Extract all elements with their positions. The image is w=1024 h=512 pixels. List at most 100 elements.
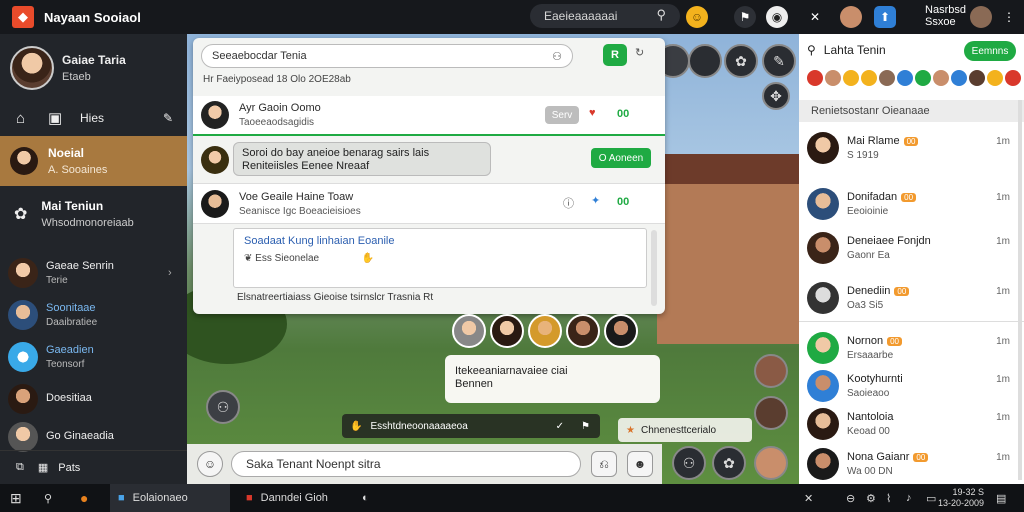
clock[interactable]: 19-32 S 13-20-2009 <box>938 487 984 509</box>
refresh-icon[interactable]: ↻ <box>635 46 644 59</box>
emoji-icon[interactable]: ☺ <box>197 451 223 477</box>
profile-icon[interactable]: ⚇ <box>672 446 706 480</box>
volume-icon[interactable]: ♪ <box>906 484 912 512</box>
group-panel[interactable]: Itekeeaniarnavaiee ciai Bennen <box>445 355 660 403</box>
battery-icon[interactable]: ▭ <box>926 484 936 512</box>
chat-search-input[interactable]: Seeaebocdar Tenia ⚇ <box>201 44 573 68</box>
nav-item-game[interactable]: ✿ Mai Teniun Whsodmonoreiaab <box>0 186 187 242</box>
list-item[interactable]: Nona Gaianr 00 Wa 00 DN 1m <box>799 440 1024 488</box>
tray-icon[interactable]: ⚙ <box>866 484 876 512</box>
camera-icon[interactable]: ◉ <box>766 6 788 28</box>
heart-icon[interactable]: ♥ <box>589 107 596 119</box>
search-icon[interactable]: ⚲ <box>807 43 816 57</box>
reaction-icon[interactable] <box>969 70 985 86</box>
search-icon[interactable]: ⚲ <box>656 7 666 23</box>
new-chat-button[interactable]: R <box>603 44 627 66</box>
sidebar-footer-label[interactable]: Pats <box>58 462 80 474</box>
user-icon[interactable]: ⚇ <box>552 50 562 63</box>
reaction-icon[interactable] <box>915 70 931 86</box>
chevron-right-icon[interactable]: › <box>168 267 172 279</box>
attach-icon[interactable]: ⎌ <box>591 451 617 477</box>
settings-icon[interactable]: ✿ <box>712 446 746 480</box>
grid-icon[interactable]: ▦ <box>38 461 48 474</box>
start-icon[interactable]: ⊞ <box>10 484 22 512</box>
shield-icon[interactable]: ⬆ <box>874 6 896 28</box>
pen-icon[interactable]: ✎ <box>762 44 796 78</box>
scrollbar[interactable] <box>651 230 657 306</box>
reaction-icon[interactable] <box>933 70 949 86</box>
search-icon[interactable]: ⚲ <box>44 484 52 512</box>
reply-button[interactable]: O Aoneen <box>591 148 651 168</box>
nav-files[interactable]: ⌂ ▣ Hies ✎ <box>0 102 187 134</box>
top-search-bar[interactable]: Eaeieaaaaaai ⚲ <box>530 4 680 28</box>
right-panel-button[interactable]: Eemnns <box>964 41 1016 61</box>
list-item[interactable]: Mai Rlame 00 S 1919 1m <box>799 124 1024 172</box>
flag-icon[interactable]: ⚑ <box>581 421 590 432</box>
thread-card[interactable]: Soadaat Kung linhaian Eoanile ❦ Ess Sieo… <box>233 228 647 288</box>
reaction-icon[interactable] <box>1005 70 1021 86</box>
group-avatar[interactable] <box>566 314 600 348</box>
reaction-icon[interactable] <box>897 70 913 86</box>
message-input[interactable]: Saka Tenant Noenpt sitra <box>231 451 581 477</box>
group-avatar[interactable] <box>528 314 562 348</box>
notification-center-icon[interactable]: ▤ <box>996 484 1006 512</box>
nav-item-social[interactable]: Noeial A. Sooaines <box>0 136 187 186</box>
message-row[interactable]: Ayr Gaoin Oomo Taoeeaodsagidis Serv ♥ 00 <box>193 96 665 136</box>
contact-item[interactable]: Soonitaae Daaibratiee <box>8 300 97 330</box>
scene-avatar[interactable] <box>754 446 788 480</box>
user-icon[interactable]: ⚇ <box>206 390 240 424</box>
edit-icon[interactable]: ✎ <box>163 111 173 125</box>
reaction-icon[interactable] <box>861 70 877 86</box>
contact-item[interactable]: Doesitiaa <box>8 384 92 414</box>
tools-icon[interactable]: ✕ <box>804 6 826 28</box>
reaction-icon[interactable] <box>951 70 967 86</box>
scene-badge[interactable]: ★ Chnenesttcerialo <box>618 418 752 442</box>
contact-sub: Terie <box>46 275 68 286</box>
reaction-icon[interactable] <box>807 70 823 86</box>
pin-icon[interactable]: ✦ <box>591 194 600 207</box>
scene-avatar[interactable] <box>688 44 722 78</box>
settings-icon[interactable]: ✿ <box>724 44 758 78</box>
taskbar-app-1[interactable]: ■ Eolaionaeo <box>110 484 230 512</box>
reaction-icon[interactable] <box>987 70 1003 86</box>
image-icon[interactable]: ⧉ <box>16 461 24 474</box>
profile-card[interactable]: Gaiae Taria Etaeb <box>0 34 187 102</box>
browser-icon[interactable]: ● <box>80 484 88 512</box>
contact-item[interactable]: Gaeae Senrin Terie › <box>8 258 172 288</box>
group-avatar[interactable] <box>604 314 638 348</box>
reaction-icon[interactable] <box>879 70 895 86</box>
group-avatar[interactable] <box>490 314 524 348</box>
info-icon[interactable]: ⓘ <box>563 195 574 211</box>
contact-name: Soonitaae <box>46 302 96 314</box>
home-icon[interactable]: ⌂ <box>16 110 34 127</box>
notification-icon[interactable]: ⚑ <box>734 6 756 28</box>
reaction-icon[interactable] <box>843 70 859 86</box>
list-item[interactable]: Denediin 00 Oa3 Si5 1m <box>799 274 1024 322</box>
message-pill[interactable]: Serv <box>545 106 579 124</box>
group-avatar[interactable] <box>452 314 486 348</box>
scene-avatar[interactable] <box>754 396 788 430</box>
list-sub: S 1919 <box>847 150 879 161</box>
check-icon[interactable]: ✓ <box>556 421 564 432</box>
tray-icon[interactable]: ✕ <box>804 484 813 512</box>
taskbar-app-2[interactable]: ■ Danndei Gioh <box>240 484 350 512</box>
avatar[interactable] <box>840 6 862 28</box>
user-menu[interactable]: Nasrbsd Ssxoe <box>925 4 966 28</box>
emoji-sticker-icon[interactable]: ☻ <box>627 451 653 477</box>
scene-status-bar[interactable]: ✋ Esshtdneoonaaaaeoa ✓ ⚑ <box>342 414 600 438</box>
reaction-icon[interactable] <box>825 70 841 86</box>
shield-icon[interactable]: ◐ <box>362 484 369 512</box>
list-item[interactable]: Donifadan 00 Eeoioinie 1m <box>799 180 1024 228</box>
user-avatar[interactable] <box>970 6 992 28</box>
expand-icon[interactable]: ✥ <box>762 82 790 110</box>
message-row[interactable]: Voe Geaile Haine Toaw Seanisce Igc Boeac… <box>193 184 665 224</box>
tray-icon[interactable]: ⊖ <box>846 484 855 512</box>
contact-item[interactable]: Gaeadien Teonsorf <box>8 342 94 372</box>
list-item[interactable]: Deneiaee Fonjdn Gaonr Ea 1m <box>799 224 1024 272</box>
contact-item[interactable]: Go Ginaeadia <box>8 422 114 452</box>
emoji-icon[interactable]: ☺ <box>686 6 708 28</box>
scene-avatar[interactable] <box>754 354 788 388</box>
network-icon[interactable]: ⌇ <box>886 484 891 512</box>
profile-avatar[interactable] <box>10 46 54 90</box>
menu-icon[interactable]: ⋮ <box>998 6 1020 28</box>
